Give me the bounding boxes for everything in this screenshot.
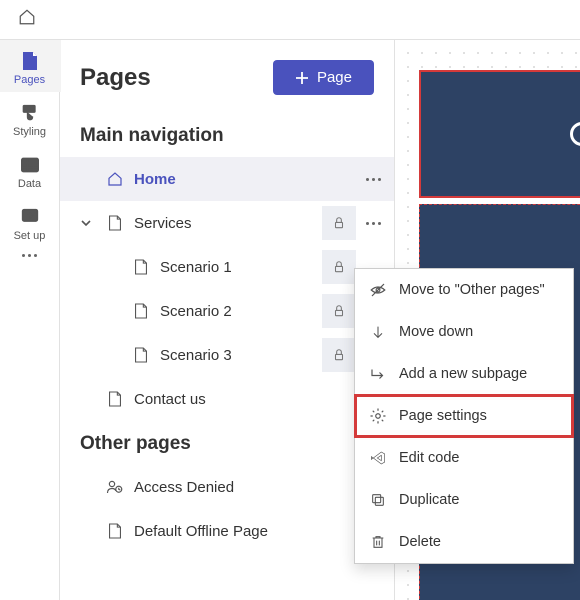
menu-label: Move down <box>399 324 473 340</box>
menu-label: Move to "Other pages" <box>399 282 545 298</box>
menu-page-settings[interactable]: Page settings <box>355 395 573 437</box>
menu-duplicate[interactable]: Duplicate <box>355 479 573 521</box>
context-menu: Move to "Other pages" Move down Add a ne… <box>354 268 574 564</box>
page-icon <box>130 303 152 319</box>
tree-item-scenario-1[interactable]: Scenario 1 <box>60 245 394 289</box>
pages-panel: Pages Page Main navigation Home <box>60 40 395 600</box>
page-tree: Home Services Scena <box>60 157 394 421</box>
panel-title: Pages <box>80 64 151 92</box>
menu-label: Duplicate <box>399 492 459 508</box>
canvas-header-block[interactable] <box>419 70 580 198</box>
eye-off-icon <box>369 281 387 299</box>
add-page-button[interactable]: Page <box>273 60 374 95</box>
menu-label: Page settings <box>399 408 487 424</box>
menu-move-to-other[interactable]: Move to "Other pages" <box>355 269 573 311</box>
page-icon <box>19 50 41 72</box>
duplicate-icon <box>369 491 387 509</box>
brush-icon <box>19 102 41 124</box>
lock-icon[interactable] <box>322 206 356 240</box>
tree-item-access-denied[interactable]: Access Denied <box>60 465 394 509</box>
menu-label: Add a new subpage <box>399 366 527 382</box>
menu-move-down[interactable]: Move down <box>355 311 573 353</box>
trash-icon <box>369 533 387 551</box>
logo-circle <box>570 122 580 146</box>
page-icon <box>104 523 126 539</box>
arrow-down-icon <box>369 323 387 341</box>
page-icon <box>104 215 126 231</box>
rail-item-data[interactable]: Data <box>0 144 60 196</box>
other-pages-heading: Other pages <box>60 421 394 465</box>
tree-item-home[interactable]: Home <box>60 157 394 201</box>
rail-item-pages[interactable]: Pages <box>0 40 61 92</box>
tree-label: Scenario 1 <box>160 259 322 276</box>
rail-item-styling[interactable]: Styling <box>0 92 60 144</box>
page-icon <box>130 347 152 363</box>
lock-icon[interactable] <box>322 294 356 328</box>
page-icon <box>104 391 126 407</box>
menu-label: Edit code <box>399 450 459 466</box>
tree-item-default-offline[interactable]: Default Offline Page <box>60 509 394 553</box>
rail-label: Set up <box>14 230 46 242</box>
menu-label: Delete <box>399 534 441 550</box>
tree-label: Default Offline Page <box>134 523 390 540</box>
tree-label: Home <box>134 171 322 188</box>
tree-item-scenario-3[interactable]: Scenario 3 <box>60 333 394 377</box>
main-nav-heading: Main navigation <box>60 113 394 157</box>
rail-label: Data <box>18 178 41 190</box>
home-icon[interactable] <box>18 8 36 31</box>
top-bar <box>0 0 580 40</box>
tree-label: Services <box>134 215 322 232</box>
home-icon <box>104 171 126 187</box>
tree-item-services[interactable]: Services <box>60 201 394 245</box>
tree-label: Contact us <box>134 391 322 408</box>
table-icon <box>19 154 41 176</box>
vscode-icon <box>369 449 387 467</box>
tree-item-contact[interactable]: Contact us <box>60 377 394 421</box>
chevron-down-icon[interactable] <box>76 217 96 229</box>
lock-icon[interactable] <box>322 250 356 284</box>
gear-icon <box>369 407 387 425</box>
menu-edit-code[interactable]: Edit code <box>355 437 573 479</box>
setup-icon <box>19 206 41 228</box>
rail-label: Styling <box>13 126 46 138</box>
left-rail: Pages Styling Data Set up <box>0 40 60 600</box>
tree-label: Access Denied <box>134 479 390 496</box>
tree-item-scenario-2[interactable]: Scenario 2 <box>60 289 394 333</box>
lock-icon[interactable] <box>322 338 356 372</box>
subpage-icon <box>369 365 387 383</box>
add-page-label: Page <box>317 69 352 86</box>
menu-add-subpage[interactable]: Add a new subpage <box>355 353 573 395</box>
rail-item-setup[interactable]: Set up <box>0 196 60 248</box>
rail-label: Pages <box>14 74 45 86</box>
rail-more-button[interactable] <box>21 254 39 257</box>
row-actions-button[interactable] <box>356 222 390 225</box>
menu-delete[interactable]: Delete <box>355 521 573 563</box>
row-actions-button[interactable] <box>356 178 390 181</box>
person-lock-icon <box>104 479 126 495</box>
tree-label: Scenario 3 <box>160 347 322 364</box>
page-icon <box>130 259 152 275</box>
tree-label: Scenario 2 <box>160 303 322 320</box>
